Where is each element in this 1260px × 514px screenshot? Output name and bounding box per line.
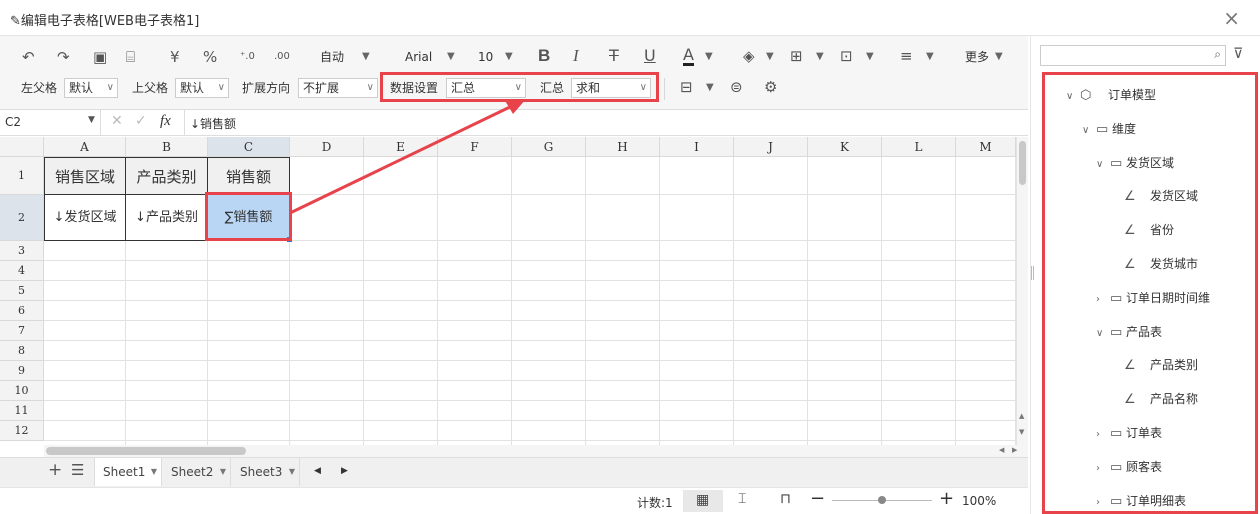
dimension-field-icon: ∠ bbox=[1124, 392, 1136, 408]
scroll-thumb[interactable] bbox=[46, 447, 246, 455]
tree-node-label: 省份 bbox=[1150, 223, 1175, 238]
tree-node-label: 顾客表 bbox=[1126, 459, 1163, 474]
chevron-down-icon[interactable]: ∨ bbox=[1082, 123, 1096, 139]
scroll-left-icon[interactable]: ◀ bbox=[999, 446, 1004, 454]
scroll-right-icon[interactable]: ▶ bbox=[1012, 446, 1017, 454]
horizontal-scrollbar[interactable]: ◀ ▶ bbox=[44, 445, 1028, 457]
tree-node-label: 产品名称 bbox=[1150, 392, 1199, 407]
tree-node-field[interactable]: ∠ 产品名称 bbox=[1124, 391, 1198, 408]
tree-node-label: 产品类别 bbox=[1150, 358, 1199, 373]
tree-node-model[interactable]: ∨ ⬡ 订单模型 bbox=[1066, 87, 1156, 105]
tree-node-folder[interactable]: ∨ ▭ 维度 bbox=[1082, 121, 1136, 139]
grid-view-icon: ▦ bbox=[696, 492, 710, 508]
tab-sheet2[interactable]: Sheet2 ▼ bbox=[163, 458, 231, 486]
next-sheet-icon[interactable]: ▶ bbox=[341, 466, 348, 476]
scroll-thumb[interactable] bbox=[1019, 141, 1026, 185]
add-sheet-icon[interactable]: + bbox=[48, 460, 62, 480]
chevron-right-icon[interactable]: › bbox=[1096, 292, 1110, 308]
chevron-down-icon: ▼ bbox=[219, 467, 226, 476]
status-bar: 计数:1 ▦ ⌶ ⊓ − + 100% bbox=[0, 487, 1028, 514]
folder-icon: ▭ bbox=[1110, 459, 1123, 475]
chevron-down-icon: ▼ bbox=[150, 467, 157, 476]
folder-icon: ▭ bbox=[1110, 290, 1123, 306]
chevron-right-icon[interactable]: › bbox=[1096, 495, 1110, 511]
folder-icon: ▭ bbox=[1110, 426, 1123, 441]
dimension-field-icon: ∠ bbox=[1124, 223, 1136, 239]
chevron-down-icon[interactable]: ∨ bbox=[1066, 89, 1080, 105]
tree-node-label: 发货区域 bbox=[1150, 189, 1199, 204]
tree-node-label: 发货城市 bbox=[1150, 257, 1199, 271]
sheet-tab-bar: + ☰ Sheet1 ▼ Sheet2 ▼ Sheet3 ▼ ◀ ▶ bbox=[0, 457, 1028, 487]
cube-icon: ⬡ bbox=[1080, 88, 1092, 103]
chevron-right-icon[interactable]: › bbox=[1096, 427, 1110, 443]
folder-icon: ▭ bbox=[1096, 121, 1109, 137]
tree-node-label: 维度 bbox=[1112, 121, 1137, 136]
count-status: 计数:1 bbox=[637, 496, 673, 510]
tree-node-field[interactable]: ∠ 省份 bbox=[1124, 222, 1174, 239]
tree-node-folder[interactable]: ∨ ▭ 发货区域 bbox=[1096, 155, 1174, 173]
normal-view-button[interactable]: ▦ bbox=[683, 490, 723, 512]
tree-node-folder[interactable]: › ▭ 顾客表 bbox=[1096, 459, 1162, 477]
tree-node-label: 订单日期时间维 bbox=[1126, 290, 1211, 305]
panel-resize-handle[interactable] bbox=[1031, 266, 1034, 280]
page-layout-view-icon[interactable]: ⊓ bbox=[780, 491, 791, 507]
tree-node-label: 产品表 bbox=[1126, 324, 1163, 339]
prev-sheet-icon[interactable]: ◀ bbox=[314, 466, 321, 476]
page-break-view-icon[interactable]: ⌶ bbox=[738, 491, 746, 507]
dimension-field-icon: ∠ bbox=[1124, 189, 1136, 205]
tab-sheet1[interactable]: Sheet1 ▼ bbox=[94, 458, 162, 486]
chevron-down-icon[interactable]: ∨ bbox=[1096, 157, 1110, 173]
tree-node-field[interactable]: ∠ 发货城市 bbox=[1124, 256, 1198, 273]
tree-node-folder[interactable]: › ▭ 订单明细表 bbox=[1096, 493, 1186, 511]
folder-icon: ▭ bbox=[1110, 324, 1123, 340]
dimension-field-icon: ∠ bbox=[1124, 358, 1136, 374]
scroll-down-icon[interactable]: ▼ bbox=[1019, 428, 1024, 436]
tree-node-label: 订单表 bbox=[1126, 426, 1163, 440]
tree-node-field[interactable]: ∠ 发货区域 bbox=[1124, 188, 1198, 205]
zoom-level: 100% bbox=[962, 494, 997, 508]
zoom-in-icon[interactable]: + bbox=[939, 488, 954, 509]
tree-node-label: 订单明细表 bbox=[1126, 493, 1187, 508]
folder-icon: ▭ bbox=[1110, 493, 1123, 509]
chevron-down-icon[interactable]: ∨ bbox=[1096, 326, 1110, 342]
dimension-field-icon: ∠ bbox=[1124, 257, 1136, 272]
tree-node-folder[interactable]: › ▭ 订单表 bbox=[1096, 425, 1162, 443]
tree-node-folder[interactable]: ∨ ▭ 产品表 bbox=[1096, 324, 1162, 342]
tree-node-label: 发货区域 bbox=[1126, 155, 1175, 170]
search-icon[interactable]: ⌕ bbox=[1214, 47, 1221, 62]
sheet-list-icon[interactable]: ☰ bbox=[71, 461, 84, 479]
tree-node-label: 订单模型 bbox=[1108, 88, 1157, 102]
chevron-down-icon: ▼ bbox=[288, 467, 295, 476]
zoom-slider-thumb[interactable] bbox=[878, 496, 886, 504]
filter-icon[interactable]: ⊽ bbox=[1233, 46, 1243, 62]
folder-icon: ▭ bbox=[1110, 155, 1123, 171]
search-input[interactable]: ⌕ bbox=[1040, 45, 1226, 66]
scroll-up-icon[interactable]: ▲ bbox=[1019, 412, 1024, 420]
tab-sheet3[interactable]: Sheet3 ▼ bbox=[232, 458, 300, 486]
tree-node-folder[interactable]: › ▭ 订单日期时间维 bbox=[1096, 290, 1210, 308]
chevron-right-icon[interactable]: › bbox=[1096, 461, 1110, 477]
zoom-out-icon[interactable]: − bbox=[810, 488, 825, 509]
tree-node-field[interactable]: ∠ 产品类别 bbox=[1124, 357, 1198, 374]
vertical-scrollbar[interactable]: ▲ ▼ bbox=[1016, 137, 1028, 457]
